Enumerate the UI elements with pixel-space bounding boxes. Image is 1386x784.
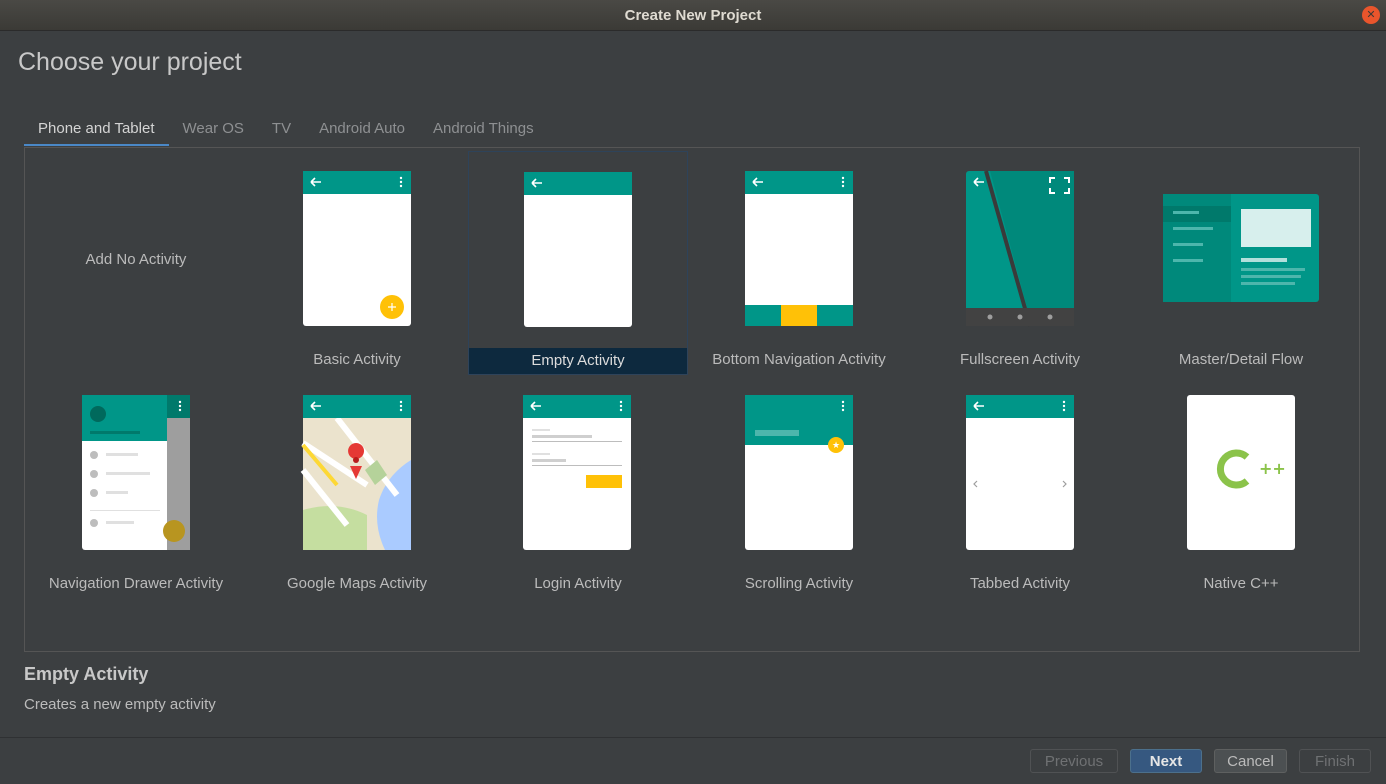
tab-phone-and-tablet[interactable]: Phone and Tablet [24,114,169,146]
tabbed-activity-preview-icon [966,395,1074,550]
basic-activity-preview-icon [303,171,411,326]
template-fullscreen-activity[interactable]: Fullscreen Activity [910,151,1130,375]
window-titlebar: Create New Project ✕ [0,0,1386,31]
tab-android-auto[interactable]: Android Auto [305,114,419,144]
template-google-maps-activity[interactable]: Google Maps Activity [247,375,467,599]
close-icon: ✕ [1366,9,1376,21]
cancel-button[interactable]: Cancel [1214,749,1287,773]
next-button[interactable]: Next [1130,749,1202,773]
template-label: Fullscreen Activity [959,351,1081,368]
page-title: Choose your project [18,48,242,76]
empty-activity-preview-icon [524,172,632,327]
previous-button[interactable]: Previous [1030,749,1118,773]
navigation-drawer-preview-icon [82,395,190,550]
template-login-activity[interactable]: Login Activity [468,375,688,599]
template-label: Native C++ [1203,575,1279,592]
template-label: Basic Activity [313,351,401,368]
native-cpp-preview-icon: ++ [1187,395,1295,550]
footer-divider [0,737,1386,738]
cpp-plus-icon: ++ [1259,459,1286,478]
template-label: Google Maps Activity [286,575,428,592]
scrolling-activity-preview-icon: ★ [745,395,853,550]
template-label: Scrolling Activity [744,575,854,592]
tab-tv[interactable]: TV [258,114,305,144]
selected-template-title: Empty Activity [24,664,149,684]
template-label: Navigation Drawer Activity [48,575,224,592]
template-native-cpp[interactable]: ++ Native C++ [1131,375,1351,599]
star-icon: ★ [832,441,840,451]
template-tabbed-activity[interactable]: Tabbed Activity [910,375,1130,599]
close-window-button[interactable]: ✕ [1362,6,1380,24]
template-navigation-drawer-activity[interactable]: Navigation Drawer Activity [26,375,246,599]
template-label: Tabbed Activity [969,575,1071,592]
template-bottom-navigation-activity[interactable]: Bottom Navigation Activity [689,151,909,375]
template-label: Bottom Navigation Activity [712,351,886,368]
template-label: Login Activity [534,575,622,592]
template-label: Add No Activity [85,251,187,268]
tab-wear-os[interactable]: Wear OS [169,114,258,144]
bottom-navigation-preview-icon [745,171,853,326]
template-label: Empty Activity [469,348,687,374]
tab-android-things[interactable]: Android Things [419,114,548,144]
template-gallery: Add No Activity Basic Activity Empty Act… [24,147,1360,652]
fullscreen-preview-icon [966,170,1074,327]
template-scrolling-activity[interactable]: ★ Scrolling Activity [689,375,909,599]
google-maps-preview-icon [300,395,411,550]
window-title: Create New Project [624,6,762,24]
finish-button[interactable]: Finish [1299,749,1371,773]
login-activity-preview-icon [523,395,631,550]
template-basic-activity[interactable]: Basic Activity [247,151,467,375]
selected-template-description: Creates a new empty activity [24,696,216,713]
template-label: Master/Detail Flow [1178,351,1304,368]
form-factor-tabs: Phone and Tablet Wear OS TV Android Auto… [24,114,548,146]
template-master-detail-flow[interactable]: Master/Detail Flow [1131,151,1351,375]
template-add-no-activity[interactable]: Add No Activity [26,151,246,375]
master-detail-preview-icon [1163,194,1319,302]
template-empty-activity[interactable]: Empty Activity [468,151,688,375]
